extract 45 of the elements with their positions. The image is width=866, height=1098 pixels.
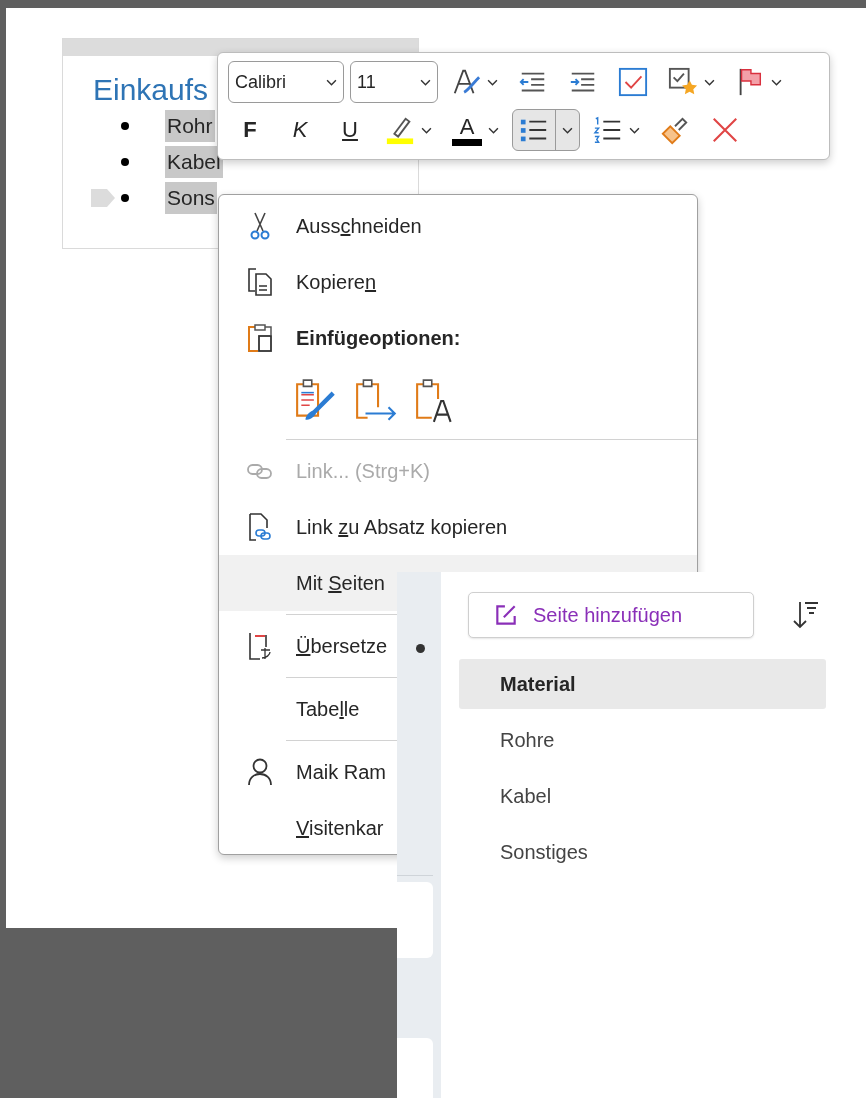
chevron-down-icon bbox=[326, 78, 337, 86]
menu-item[interactable]: Visitenkar bbox=[219, 800, 396, 856]
font-select[interactable]: Calibri bbox=[228, 61, 344, 103]
note-title: Einkaufs bbox=[93, 72, 209, 108]
copy-icon bbox=[247, 267, 273, 297]
bullet-text: Rohr bbox=[165, 110, 215, 142]
clipboard-icon bbox=[247, 323, 273, 353]
translate-icon bbox=[247, 631, 273, 661]
page-list-item[interactable]: Kabel bbox=[459, 771, 826, 821]
edit-icon bbox=[493, 602, 519, 628]
toolbar-button[interactable]: U bbox=[328, 109, 372, 151]
numbered-list-icon bbox=[593, 115, 623, 145]
page-list-item[interactable]: Material bbox=[459, 659, 826, 709]
bullet-text: Sons bbox=[165, 182, 217, 214]
highlighter-icon bbox=[385, 115, 415, 145]
sort-icon[interactable] bbox=[792, 599, 820, 631]
page-list-item[interactable]: Sonstiges bbox=[459, 827, 826, 877]
toolbar-button[interactable]: F bbox=[228, 109, 272, 151]
checkbox-icon bbox=[618, 67, 648, 97]
toolbar-button[interactable]: K bbox=[278, 109, 322, 151]
paragraph-handle-icon[interactable] bbox=[90, 188, 116, 208]
text-style-icon bbox=[451, 67, 481, 97]
menu-item[interactable]: Maik Ram bbox=[219, 744, 398, 800]
menu-item[interactable]: Kopieren bbox=[219, 254, 389, 310]
check-star-icon bbox=[668, 67, 698, 97]
menu-item[interactable]: Link zu Absatz kopieren bbox=[219, 499, 520, 555]
close-icon bbox=[710, 115, 740, 145]
add-page-button[interactable]: Seite hinzufügen bbox=[468, 592, 754, 638]
bullet-dot bbox=[121, 122, 129, 130]
toolbar-button[interactable] bbox=[512, 109, 580, 151]
menu-heading: Einfügeoptionen: bbox=[296, 326, 461, 350]
chevron-down-icon bbox=[420, 78, 431, 86]
size-select[interactable]: 11 bbox=[350, 61, 438, 103]
person-icon bbox=[247, 757, 273, 787]
menu-item[interactable]: Tabelle bbox=[219, 681, 372, 737]
dot-marker bbox=[416, 644, 425, 653]
toolbar-button[interactable]: A bbox=[445, 109, 506, 151]
brush-icon bbox=[660, 115, 690, 145]
page-list-item[interactable]: Rohre bbox=[459, 715, 826, 765]
menu-item[interactable]: Ausschneiden bbox=[219, 198, 434, 254]
document-link-icon bbox=[247, 512, 273, 542]
bullet-dot bbox=[121, 158, 129, 166]
menu-item[interactable]: Übersetze bbox=[219, 618, 400, 674]
bullet-dot bbox=[121, 194, 129, 202]
bullet-text: Kabel bbox=[165, 146, 223, 178]
